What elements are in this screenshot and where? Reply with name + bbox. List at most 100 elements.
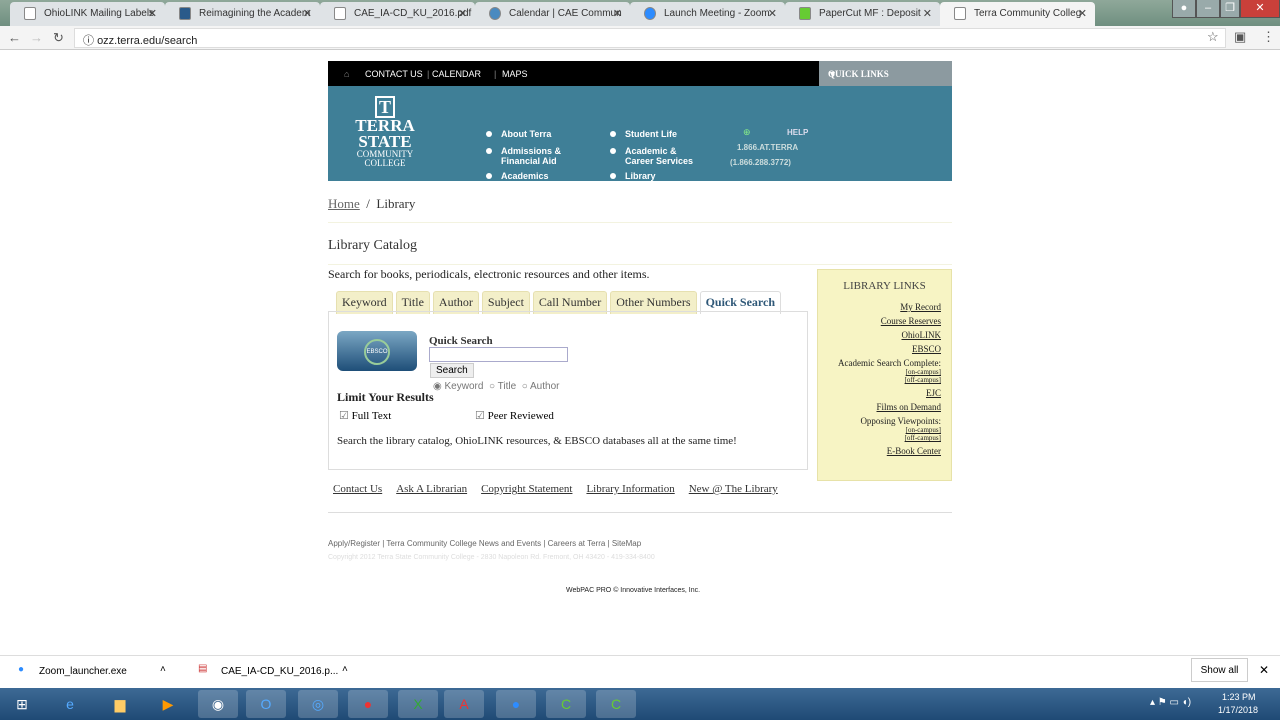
chevron-up-icon[interactable]: ˄ bbox=[160, 664, 166, 675]
taskbar: ⊞ e ▆ ▶ ◉ O ◎ ● X A ● C C ▴ ⚑ ▭ ◖) 1:23 … bbox=[0, 688, 1280, 720]
zoom-app-icon[interactable]: ● bbox=[496, 690, 536, 718]
full-text-checkbox[interactable]: ☑ bbox=[339, 410, 349, 422]
page-title: Library Catalog bbox=[328, 238, 952, 265]
films-link[interactable]: Films on Demand bbox=[828, 402, 942, 412]
tab-ohiolink[interactable]: OhioLINK Mailing Labels ✕ bbox=[10, 2, 165, 26]
close-icon[interactable]: ✕ bbox=[923, 7, 932, 20]
banner: T TERRA STATE COMMUNITY COLLEGE About Te… bbox=[328, 86, 952, 181]
folder-icon[interactable]: ▆ bbox=[100, 690, 140, 718]
ebook-center-link[interactable]: E-Book Center bbox=[828, 446, 941, 456]
calendar-link[interactable]: CALENDAR bbox=[432, 69, 481, 79]
start-icon[interactable]: ⊞ bbox=[2, 690, 42, 718]
close-icon[interactable]: ✕ bbox=[1078, 7, 1087, 20]
shield-icon bbox=[489, 7, 501, 20]
tab-strip: OhioLINK Mailing Labels ✕ Reimagining the… bbox=[0, 0, 1280, 26]
outlook-icon[interactable]: O bbox=[246, 690, 286, 718]
show-all-button[interactable]: Show all bbox=[1191, 658, 1248, 682]
breadcrumb-home-link[interactable]: Home bbox=[328, 196, 360, 211]
menu-icon[interactable]: ⋮ bbox=[1262, 29, 1275, 45]
asc-on-campus-link[interactable]: [on-campus] bbox=[828, 368, 941, 376]
close-icon[interactable]: ✕ bbox=[148, 7, 157, 20]
course-reserves-link[interactable]: Course Reserves bbox=[828, 316, 941, 326]
ejc-link[interactable]: EJC bbox=[828, 388, 941, 398]
radio-keyword[interactable]: ◉ bbox=[433, 381, 442, 392]
camtasia-icon[interactable]: C bbox=[546, 690, 586, 718]
ebsco-link[interactable]: EBSCO bbox=[828, 344, 941, 354]
peer-reviewed-checkbox[interactable]: ☑ bbox=[475, 410, 485, 422]
tab-zoom[interactable]: Launch Meeting - Zoom ✕ bbox=[630, 2, 785, 26]
url-input[interactable]: ⓘ ozz.terra.edu/search bbox=[74, 28, 1226, 48]
home-icon[interactable]: ⌂ bbox=[344, 69, 349, 79]
asc-off-campus-link[interactable]: [off-campus] bbox=[828, 376, 941, 384]
close-icon[interactable]: ✕ bbox=[613, 7, 622, 20]
forward-icon[interactable]: → bbox=[30, 30, 43, 45]
quick-links-button[interactable]: QUICK LINKS ▼ bbox=[819, 61, 952, 86]
radio-author[interactable]: ○ bbox=[522, 381, 528, 392]
profile-icon[interactable]: ● bbox=[1172, 0, 1196, 18]
close-icon[interactable]: ✕ bbox=[458, 7, 467, 20]
back-icon[interactable]: ← bbox=[8, 30, 21, 45]
nav-academic-career[interactable]: Academic & Career Services bbox=[610, 146, 705, 166]
star-icon[interactable]: ☆ bbox=[1207, 29, 1219, 45]
new-library-link[interactable]: New @ The Library bbox=[689, 483, 778, 495]
minimize-button[interactable]: – bbox=[1196, 0, 1220, 18]
nav-about-terra[interactable]: About Terra bbox=[485, 129, 551, 139]
radio-title[interactable]: ○ bbox=[489, 381, 495, 392]
nav-academics[interactable]: Academics bbox=[486, 171, 549, 181]
ov-on-campus-link[interactable]: [on-campus] bbox=[828, 426, 941, 434]
nav-admissions[interactable]: Admissions & Financial Aid bbox=[486, 146, 571, 166]
page-icon bbox=[954, 7, 966, 20]
address-bar-row: ← → ↻ ⓘ ozz.terra.edu/search ☆ ▣ ⋮ bbox=[0, 26, 1280, 50]
search-button[interactable]: Search bbox=[430, 363, 474, 378]
contact-us-link[interactable]: CONTACT US bbox=[365, 69, 423, 79]
close-icon[interactable]: ✕ bbox=[768, 7, 777, 20]
tray-icons[interactable]: ▴ ⚑ ▭ ◖) bbox=[1150, 697, 1191, 708]
close-icon[interactable]: ✕ bbox=[1259, 663, 1269, 677]
tab-papercut[interactable]: PaperCut MF : Deposit ✕ bbox=[785, 2, 940, 26]
quick-search-input[interactable] bbox=[429, 347, 568, 362]
page-icon bbox=[334, 7, 346, 20]
clock[interactable]: 1:23 PM bbox=[1222, 692, 1256, 702]
tab-pdf[interactable]: CAE_IA-CD_KU_2016.pdf ✕ bbox=[320, 2, 475, 26]
nav-library[interactable]: Library bbox=[610, 171, 656, 181]
close-icon[interactable]: ✕ bbox=[303, 7, 312, 20]
maps-link[interactable]: MAPS bbox=[502, 69, 528, 79]
my-record-link[interactable]: My Record bbox=[828, 302, 941, 312]
tab-terra[interactable]: Terra Community Colleg ✕ bbox=[940, 2, 1095, 26]
copyright-link[interactable]: Copyright Statement bbox=[481, 483, 572, 495]
reload-icon[interactable]: ↻ bbox=[53, 30, 64, 46]
ask-librarian-link[interactable]: Ask A Librarian bbox=[396, 483, 467, 495]
download-item[interactable]: Zoom_launcher.exe bbox=[39, 666, 127, 677]
site-footer-links[interactable]: Apply/Register | Terra Community College… bbox=[328, 539, 641, 548]
tab-calendar[interactable]: Calendar | CAE Commun ✕ bbox=[475, 2, 630, 26]
tab-reimagining[interactable]: Reimagining the Academ ✕ bbox=[165, 2, 320, 26]
page: ⌂ CONTACT US | CALENDAR | MAPS QUICK LIN… bbox=[328, 61, 952, 594]
chevron-up-icon[interactable]: ˄ bbox=[342, 664, 348, 675]
nav-student-life[interactable]: Student Life bbox=[610, 129, 677, 139]
ie-icon[interactable]: e bbox=[50, 690, 90, 718]
library-links-box: LIBRARY LINKS My Record Course Reserves … bbox=[817, 269, 952, 481]
maximize-button[interactable]: ❐ bbox=[1220, 0, 1240, 18]
media-icon[interactable]: ▶ bbox=[148, 690, 188, 718]
excel-icon[interactable]: X bbox=[398, 690, 438, 718]
papercut-icon bbox=[799, 7, 811, 20]
plus-icon: ⊕ bbox=[743, 127, 751, 137]
ohiolink-link[interactable]: OhioLINK bbox=[828, 330, 942, 340]
help-link[interactable]: HELP bbox=[787, 128, 808, 137]
chrome-icon[interactable]: ◉ bbox=[198, 690, 238, 718]
chrome-app-icon[interactable]: ◎ bbox=[298, 690, 338, 718]
ebsco-logo: EBSCO bbox=[337, 331, 417, 371]
terra-logo[interactable]: T TERRA STATE COMMUNITY COLLEGE bbox=[354, 96, 416, 168]
app-icon[interactable]: ● bbox=[348, 690, 388, 718]
library-info-link[interactable]: Library Information bbox=[586, 483, 674, 495]
quick-search-panel: EBSCO Quick Search Search ◉ Keyword ○ Ti… bbox=[328, 311, 808, 470]
top-nav: ⌂ CONTACT US | CALENDAR | MAPS QUICK LIN… bbox=[328, 61, 952, 86]
download-item[interactable]: CAE_IA-CD_KU_2016.p... bbox=[221, 666, 338, 677]
ov-off-campus-link[interactable]: [off-campus] bbox=[828, 434, 941, 442]
close-window-button[interactable]: ✕ bbox=[1240, 0, 1280, 18]
extension-icon[interactable]: ▣ bbox=[1234, 29, 1246, 45]
contact-us-footer-link[interactable]: Contact Us bbox=[333, 483, 382, 495]
camtasia-recorder-icon[interactable]: C bbox=[596, 690, 636, 718]
acrobat-icon[interactable]: A bbox=[444, 690, 484, 718]
caret-down-icon: ▼ bbox=[828, 69, 837, 79]
